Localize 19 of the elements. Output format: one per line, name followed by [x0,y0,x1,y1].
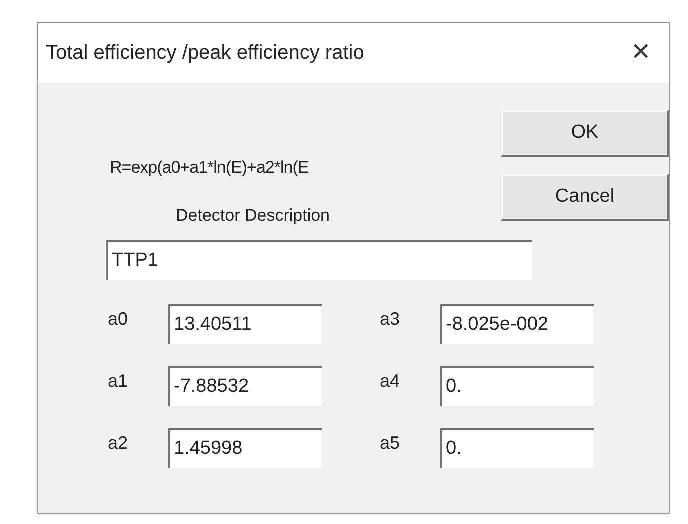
window-title: Total efficiency /peak efficiency ratio [46,41,364,66]
detector-description-field[interactable]: TTP1 [106,240,532,280]
ok-button[interactable]: OK [501,110,669,157]
coefficient-label: a5 [379,432,402,454]
coefficient-label: a1 [107,370,130,392]
coefficient-field[interactable]: -7.88532 [168,366,322,406]
close-button[interactable]: ✕ [627,41,655,65]
coefficient-field[interactable]: 0. [440,428,594,468]
coefficient-label: a3 [379,308,402,330]
formula-text: R=exp(a0+a1*ln(E)+a2*ln(E [110,157,310,179]
coefficient-label: a4 [379,370,402,392]
coefficient-label: a0 [107,308,130,330]
coefficient-field[interactable]: 13.40511 [168,304,322,344]
coefficient-field[interactable]: -8.025e-002 [440,304,594,344]
coefficient-field[interactable]: 1.45998 [168,428,322,468]
coefficient-label: a2 [107,432,130,454]
detector-description-label: Detector Description [176,204,332,226]
cancel-button[interactable]: Cancel [501,174,669,221]
coefficient-field[interactable]: 0. [440,366,594,406]
